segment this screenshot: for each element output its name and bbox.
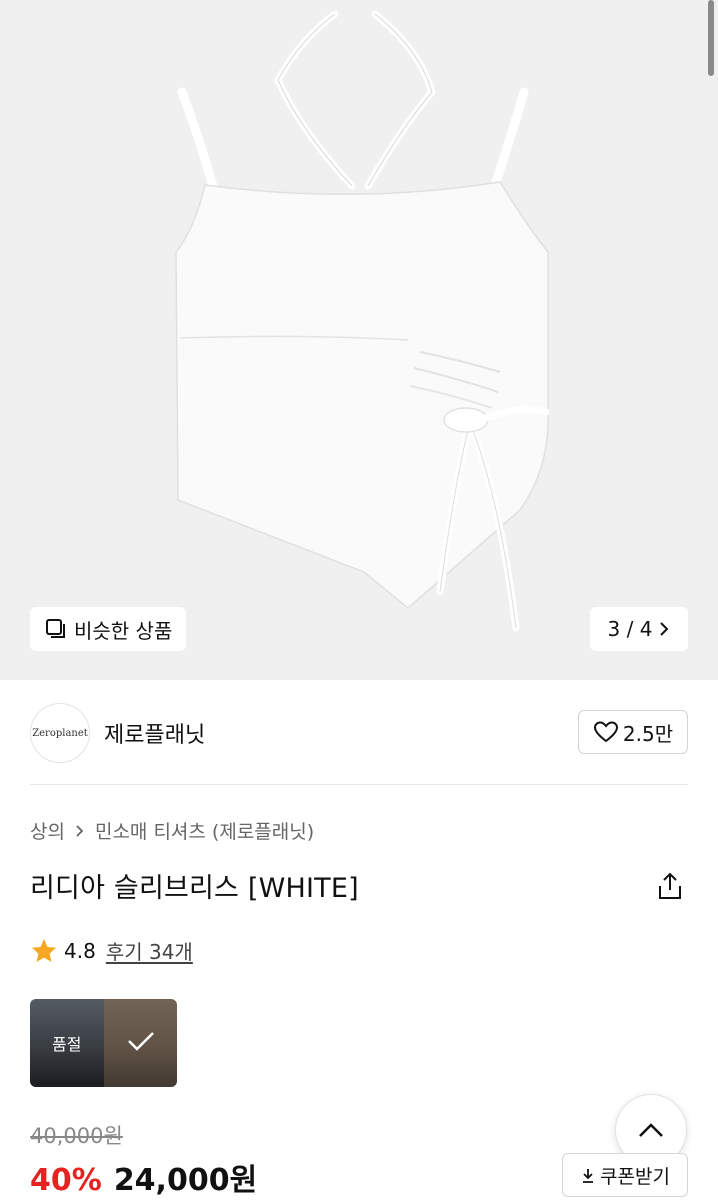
like-count: 2.5만 (622, 721, 674, 746)
chevron-right-icon (660, 622, 669, 636)
product-photo (175, 10, 550, 632)
reviews-link[interactable]: 후기 34개 (106, 936, 193, 965)
rating-score: 4.8 (64, 938, 96, 963)
like-button[interactable]: 2.5만 (578, 710, 688, 754)
similar-products-icon (46, 619, 65, 638)
soldout-badge: 품절 (52, 1035, 82, 1054)
similar-products-button[interactable]: 비슷한 상품 (30, 607, 187, 651)
brand-row[interactable]: Zeroplanet 제로플래닛 2.5만 (30, 702, 688, 764)
breadcrumb: 상의 민소매 티셔츠 (제로플래닛) (30, 817, 314, 844)
breadcrumb-item-category[interactable]: 상의 (30, 817, 65, 844)
divider (30, 784, 688, 785)
chevron-up-icon (639, 1123, 663, 1137)
brand-name[interactable]: 제로플래닛 (104, 717, 205, 749)
color-options: 품절 (30, 999, 177, 1087)
brand-logo-text: Zeroplanet (32, 727, 88, 739)
price-row: 40% 24,000원 (30, 1155, 257, 1199)
color-option-thumbnail[interactable]: 품절 (30, 999, 104, 1087)
scroll-indicator[interactable] (708, 0, 714, 76)
discount-rate: 40% (30, 1163, 102, 1198)
image-pager[interactable]: 3 / 4 (590, 607, 688, 651)
breadcrumb-item-subcategory[interactable]: 민소매 티셔츠 (제로플래닛) (95, 817, 314, 844)
check-icon (127, 1032, 154, 1051)
download-icon (583, 1169, 594, 1183)
color-option-thumbnail-selected[interactable] (103, 999, 177, 1087)
sale-price: 24,000원 (113, 1163, 258, 1198)
share-icon[interactable] (654, 870, 686, 902)
product-image-gallery[interactable]: 비슷한 상품 3 / 4 (0, 0, 718, 680)
heart-icon (593, 721, 618, 743)
coupon-label: 쿠폰받기 (600, 1165, 670, 1188)
similar-products-label: 비슷한 상품 (74, 618, 173, 643)
chevron-right-icon (76, 824, 84, 837)
rating: 4.8 후기 34개 (30, 936, 193, 965)
star-icon (32, 938, 56, 962)
pager-text: 3 / 4 (607, 617, 653, 641)
brand-logo[interactable]: Zeroplanet (30, 703, 90, 763)
product-title: 리디아 슬리브리스 [WHITE] (30, 873, 359, 904)
original-price: 40,000원 (30, 1124, 123, 1148)
coupon-button[interactable]: 쿠폰받기 (562, 1153, 688, 1197)
